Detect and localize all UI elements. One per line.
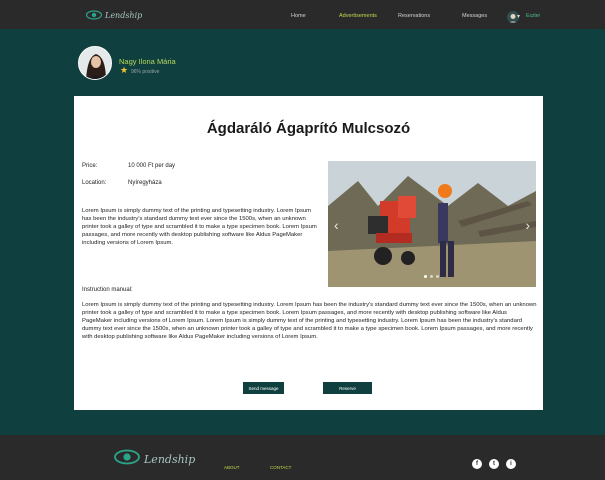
product-photo — [328, 161, 536, 287]
footer-about-link[interactable]: ABOUT — [224, 465, 240, 470]
listing-photo-carousel[interactable]: ‹ › — [328, 161, 536, 287]
footer-logo[interactable]: Lendship — [114, 449, 195, 470]
owner-avatar[interactable] — [78, 46, 112, 80]
manual-text: Lorem Ipsum is simply dummy text of the … — [82, 302, 537, 340]
location-label: Location: — [82, 180, 107, 186]
carousel-dot[interactable] — [436, 275, 439, 278]
nav-advertisements[interactable]: Advertisements — [339, 13, 377, 19]
nav-messages[interactable]: Messages — [462, 13, 487, 19]
reserve-button[interactable]: Reserve — [323, 382, 372, 394]
logo-eye-icon — [86, 10, 102, 20]
chevron-down-icon[interactable]: ▾ — [517, 13, 520, 20]
carousel-dot[interactable] — [430, 275, 433, 278]
footer-brand-name: Lendship — [144, 453, 196, 466]
footer-contact-link[interactable]: CONTACT — [270, 465, 291, 470]
top-navbar: Lendship Home Advertisements Reservation… — [0, 0, 605, 29]
owner-rating: 96% positive — [131, 69, 160, 75]
user-name[interactable]: Eszter — [526, 13, 540, 19]
price-label: Price: — [82, 163, 98, 169]
send-message-button[interactable]: Send message — [243, 382, 284, 394]
footer: Lendship ABOUT CONTACT f t i — [0, 435, 605, 480]
listing-title: Ágdaráló Ágaprító Mulcsozó — [206, 120, 411, 137]
listing-description: Lorem Ipsum is simply dummy text of the … — [82, 208, 317, 246]
nav-home[interactable]: Home — [291, 13, 306, 19]
location-value: Nyíregyháza — [128, 180, 162, 186]
logo-eye-icon — [114, 449, 140, 470]
price-value: 10 000 Ft per day — [128, 163, 176, 169]
carousel-indicators — [424, 275, 439, 278]
twitter-icon[interactable]: t — [489, 459, 499, 469]
nav-reservations[interactable]: Reservations — [398, 13, 430, 19]
listing-card: Ágdaráló Ágaprító Mulcsozó Price: 10 000… — [74, 96, 543, 410]
manual-label: Instruction manual: — [82, 287, 133, 293]
carousel-dot[interactable] — [424, 275, 427, 278]
instagram-icon[interactable]: i — [506, 459, 516, 469]
star-icon: ★ — [120, 65, 129, 75]
carousel-prev-icon[interactable]: ‹ — [334, 217, 339, 233]
carousel-next-icon[interactable]: › — [525, 217, 530, 233]
brand-logo[interactable]: Lendship — [86, 9, 142, 21]
facebook-icon[interactable]: f — [472, 459, 482, 469]
brand-name: Lendship — [105, 10, 143, 20]
